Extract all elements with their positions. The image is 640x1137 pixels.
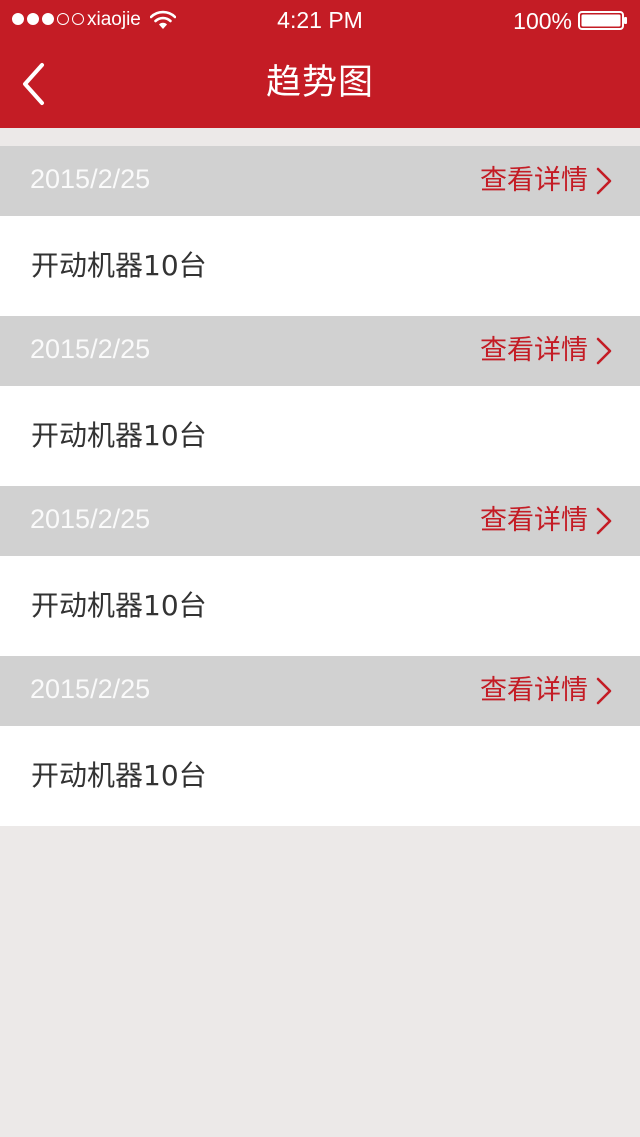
nav-bar: xiaojie 4:21 PM 100% 趋势图 [0, 0, 640, 128]
battery-icon [578, 11, 627, 30]
list-item: 2015/2/25 查看详情 开动机器10台 [0, 146, 640, 316]
view-details-label: 查看详情 [480, 675, 588, 706]
record-body: 开动机器10台 [0, 556, 640, 656]
record-date: 2015/2/25 [30, 164, 151, 194]
record-header: 2015/2/25 查看详情 [0, 146, 640, 216]
record-body: 开动机器10台 [0, 726, 640, 826]
chevron-right-icon [596, 167, 612, 195]
record-date: 2015/2/25 [30, 334, 151, 364]
record-date: 2015/2/25 [30, 674, 151, 704]
view-details-link[interactable]: 查看详情 [480, 674, 612, 708]
view-details-link[interactable]: 查看详情 [480, 504, 612, 538]
record-content: 开动机器10台 [31, 759, 207, 792]
page-title: 趋势图 [265, 63, 374, 103]
view-details-label: 查看详情 [480, 165, 588, 196]
view-details-label: 查看详情 [480, 335, 588, 366]
battery-percentage: 100% [513, 8, 572, 34]
status-bar: xiaojie 4:21 PM 100% [0, 0, 640, 40]
list-item: 2015/2/25 查看详情 开动机器10台 [0, 486, 640, 656]
record-content: 开动机器10台 [31, 419, 207, 452]
record-body: 开动机器10台 [0, 216, 640, 316]
view-details-link[interactable]: 查看详情 [480, 164, 612, 198]
record-header: 2015/2/25 查看详情 [0, 486, 640, 556]
record-date: 2015/2/25 [30, 504, 151, 534]
record-header: 2015/2/25 查看详情 [0, 316, 640, 386]
list-item: 2015/2/25 查看详情 开动机器10台 [0, 316, 640, 486]
view-details-label: 查看详情 [480, 505, 588, 536]
record-content: 开动机器10台 [31, 249, 207, 282]
record-header: 2015/2/25 查看详情 [0, 656, 640, 726]
chevron-right-icon [596, 507, 612, 535]
chevron-right-icon [596, 337, 612, 365]
chevron-right-icon [596, 677, 612, 705]
trend-record-list: 2015/2/25 查看详情 开动机器10台 2015/2/25 查看详情 开动… [0, 146, 640, 826]
view-details-link[interactable]: 查看详情 [480, 334, 612, 368]
record-body: 开动机器10台 [0, 386, 640, 486]
record-content: 开动机器10台 [31, 589, 207, 622]
list-item: 2015/2/25 查看详情 开动机器10台 [0, 656, 640, 826]
